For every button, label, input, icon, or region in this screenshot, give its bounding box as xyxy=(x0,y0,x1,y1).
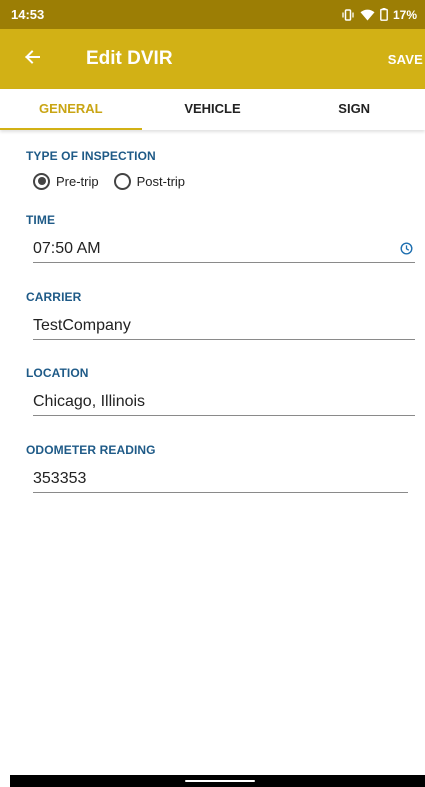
odometer-field[interactable]: 353353 xyxy=(33,465,408,493)
tab-bar: GENERAL VEHICLE SIGN xyxy=(0,89,425,130)
location-value: Chicago, Illinois xyxy=(33,392,146,410)
inspection-type-label: TYPE OF INSPECTION xyxy=(26,149,156,163)
pre-trip-radio[interactable]: Pre-trip xyxy=(33,172,99,190)
system-nav-bar xyxy=(10,775,425,787)
wifi-icon xyxy=(360,9,375,21)
tab-label: GENERAL xyxy=(39,101,103,116)
vibrate-icon xyxy=(341,8,355,21)
tab-label: SIGN xyxy=(338,101,371,116)
arrow-back-icon xyxy=(24,49,40,70)
save-button[interactable]: SAVE xyxy=(388,29,423,89)
location-label: LOCATION xyxy=(26,366,89,380)
time-field[interactable]: 07:50 AM xyxy=(33,235,415,263)
carrier-value: TestCompany xyxy=(33,316,131,334)
tab-general[interactable]: GENERAL xyxy=(0,89,142,130)
radio-unchecked-icon xyxy=(113,172,131,190)
location-field[interactable]: Chicago, Illinois xyxy=(33,388,415,416)
time-value: 07:50 AM xyxy=(33,239,101,257)
inspection-type-radio-group: Pre-trip Post-trip xyxy=(33,170,185,192)
carrier-label: CARRIER xyxy=(26,290,82,304)
carrier-field[interactable]: TestCompany xyxy=(33,312,415,340)
radio-label: Post-trip xyxy=(136,173,186,189)
battery-percent: 17% xyxy=(392,7,417,22)
clock-icon[interactable] xyxy=(400,242,413,260)
page-title: Edit DVIR xyxy=(86,48,173,69)
back-button[interactable] xyxy=(0,29,44,89)
app-bar: Edit DVIR SAVE xyxy=(0,29,425,89)
radio-checked-icon xyxy=(33,172,50,190)
tab-label: VEHICLE xyxy=(184,101,241,116)
tab-vehicle[interactable]: VEHICLE xyxy=(142,89,284,130)
post-trip-radio[interactable]: Post-trip xyxy=(113,172,186,190)
status-bar: 14:53 17% xyxy=(0,0,425,29)
home-gesture-handle[interactable] xyxy=(185,780,255,782)
status-time: 14:53 xyxy=(11,7,45,22)
odometer-value: 353353 xyxy=(33,469,87,487)
battery-icon xyxy=(380,8,388,21)
odometer-label: ODOMETER READING xyxy=(26,443,156,457)
tab-sign[interactable]: SIGN xyxy=(283,89,425,130)
radio-label: Pre-trip xyxy=(56,173,99,189)
status-icons: 17% xyxy=(341,8,417,22)
time-label: TIME xyxy=(26,213,56,227)
